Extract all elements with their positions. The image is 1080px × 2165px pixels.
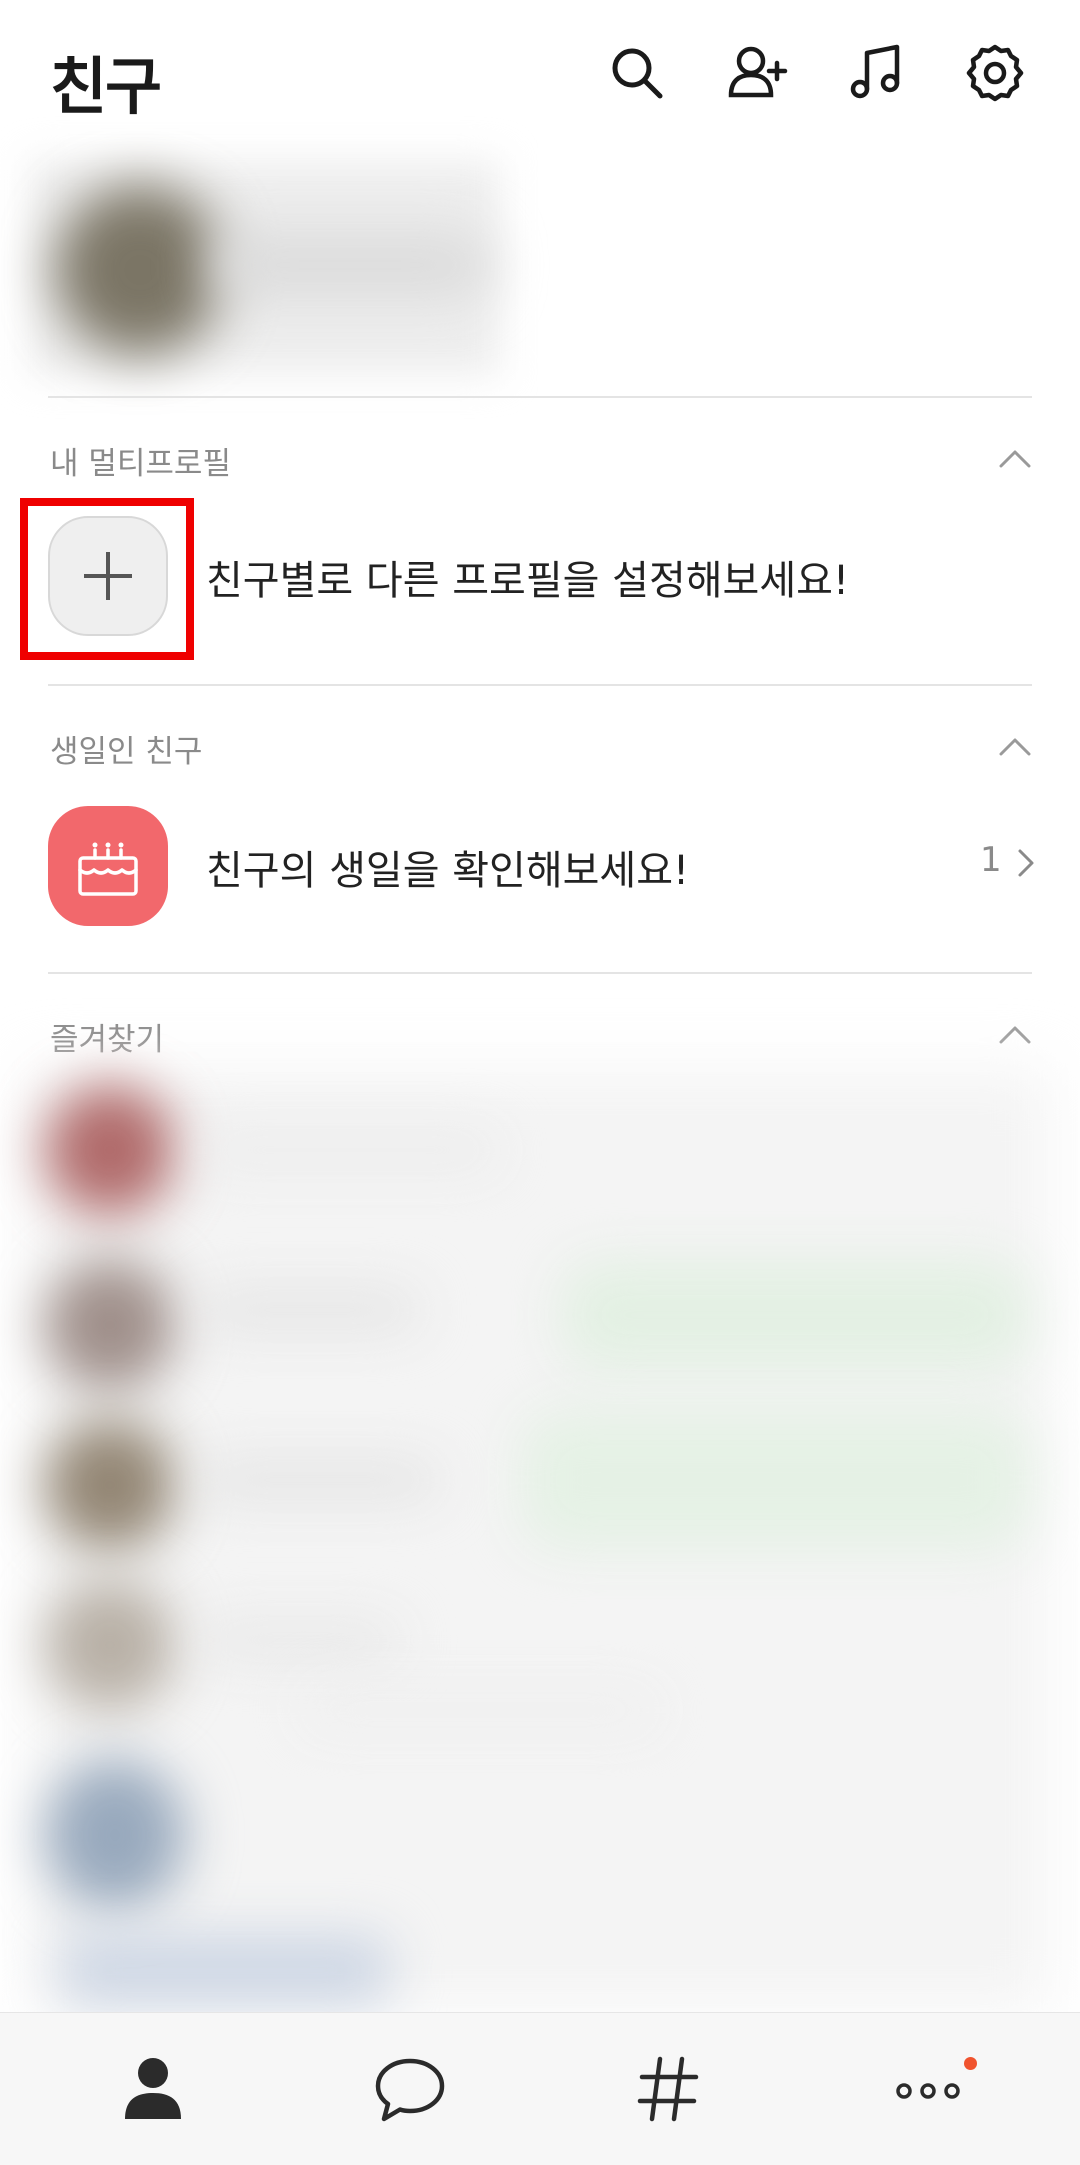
divider bbox=[48, 396, 1032, 398]
divider bbox=[48, 684, 1032, 686]
person-icon bbox=[125, 2058, 181, 2119]
birthday-prompt[interactable]: 친구의 생일을 확인해보세요! bbox=[206, 838, 689, 896]
hashtag-icon bbox=[637, 2056, 699, 2122]
add-friend-icon[interactable] bbox=[722, 38, 792, 108]
avatar bbox=[45, 1085, 175, 1215]
search-icon[interactable] bbox=[602, 38, 672, 108]
chats-tab[interactable] bbox=[362, 2041, 458, 2137]
section-label-multi-profile: 내 멀티프로필 bbox=[50, 446, 231, 482]
section-label-favorites: 즐겨찾기 bbox=[50, 1022, 165, 1058]
divider bbox=[48, 972, 1032, 974]
chevron-up-icon[interactable] bbox=[995, 728, 1035, 768]
name-blur bbox=[200, 1460, 440, 1500]
avatar bbox=[45, 1420, 175, 1550]
avatar bbox=[45, 1760, 185, 1910]
name-blur bbox=[200, 1620, 400, 1660]
birthday-cake-tile[interactable] bbox=[48, 806, 168, 926]
music-icon[interactable] bbox=[842, 38, 912, 108]
settings-icon[interactable] bbox=[960, 38, 1030, 108]
chevron-right-icon[interactable] bbox=[1010, 846, 1040, 880]
more-tab[interactable] bbox=[880, 2041, 976, 2137]
chevron-up-icon[interactable] bbox=[995, 1016, 1035, 1056]
avatar bbox=[45, 1580, 175, 1710]
section-label-birthday: 생일인 친구 bbox=[50, 734, 203, 770]
status-blur bbox=[560, 1260, 1030, 1370]
friends-tab[interactable] bbox=[105, 2041, 201, 2137]
profile-name-blur bbox=[210, 230, 490, 300]
hashtag-tab[interactable] bbox=[620, 2041, 716, 2137]
status-blur bbox=[300, 1690, 660, 1730]
name-blur bbox=[200, 1130, 500, 1170]
name-blur bbox=[200, 1290, 420, 1330]
app-header: 친구 bbox=[0, 0, 1080, 150]
name-blur bbox=[60, 1935, 390, 2005]
chat-bubble-icon bbox=[375, 2058, 445, 2122]
page-title: 친구 bbox=[50, 50, 162, 123]
status-blur bbox=[520, 1410, 1030, 1550]
highlight-box bbox=[20, 498, 194, 660]
avatar bbox=[55, 185, 225, 355]
notification-dot bbox=[964, 2057, 977, 2070]
avatar bbox=[45, 1260, 175, 1390]
more-dots-icon bbox=[896, 2083, 960, 2099]
multi-profile-prompt[interactable]: 친구별로 다른 프로필을 설정해보세요! bbox=[206, 548, 849, 606]
birthday-count: 1 bbox=[980, 840, 1002, 880]
cake-icon bbox=[78, 842, 138, 896]
bottom-nav bbox=[0, 2012, 1080, 2165]
chevron-up-icon[interactable] bbox=[995, 440, 1035, 480]
